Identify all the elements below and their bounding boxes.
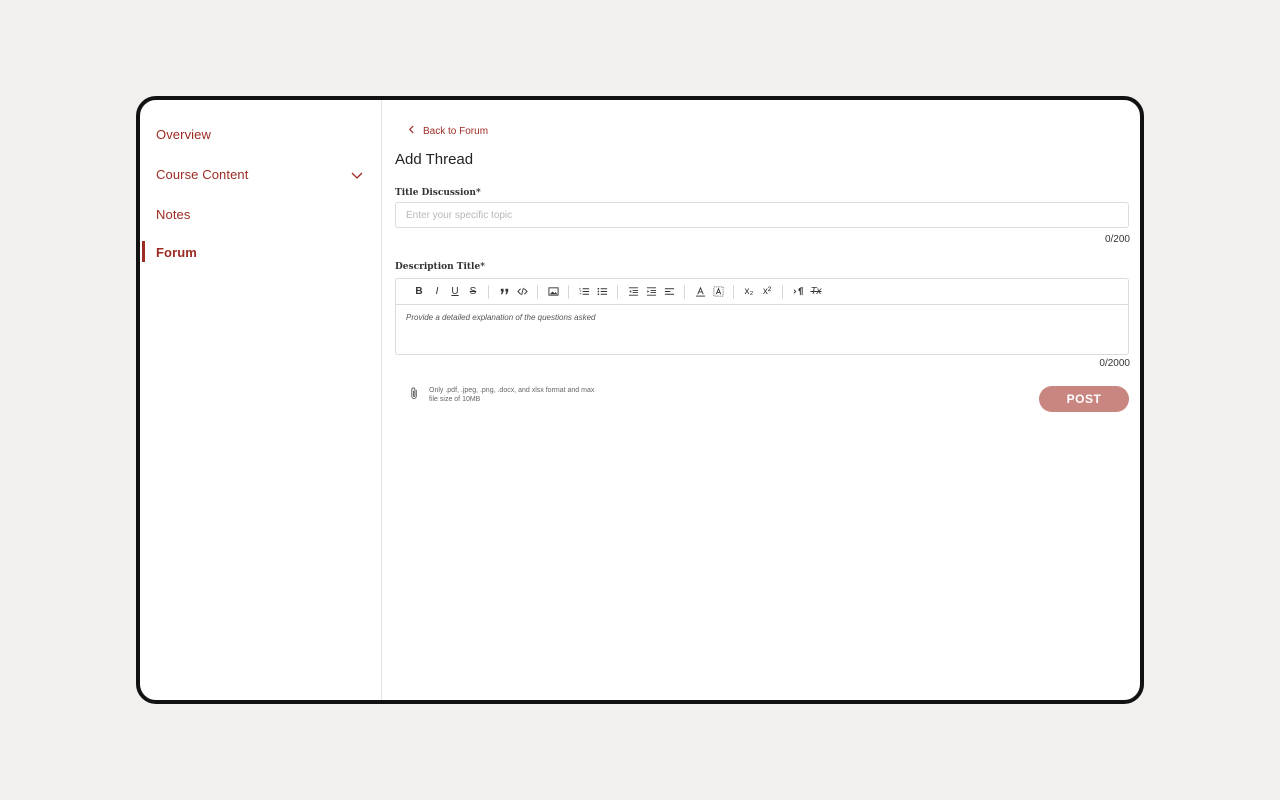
- subscript-button[interactable]: x₂: [740, 283, 758, 301]
- quote-icon[interactable]: [495, 283, 513, 301]
- main-content: Back to Forum Add Thread Title Discussio…: [382, 100, 1140, 700]
- title-discussion-label: Title Discussion*: [395, 188, 481, 198]
- underline-button[interactable]: U: [446, 283, 464, 301]
- toolbar-divider: [488, 284, 489, 299]
- description-char-count: 0/2000: [1099, 358, 1130, 369]
- highlight-color-icon[interactable]: [709, 283, 727, 301]
- description-title-label: Description Title*: [395, 262, 485, 272]
- page-title: Add Thread: [395, 151, 474, 168]
- strikethrough-button[interactable]: S: [464, 283, 482, 301]
- sidebar-item-label: Course Content: [156, 167, 249, 182]
- text-color-icon[interactable]: [691, 283, 709, 301]
- chevron-down-icon[interactable]: [350, 168, 364, 182]
- post-button[interactable]: POST: [1039, 386, 1129, 412]
- toolbar-divider: [617, 284, 618, 299]
- title-discussion-input[interactable]: [395, 202, 1129, 228]
- attach-file-area[interactable]: Only .pdf, .jpeg, .png, .docx, and xlsx …: [410, 386, 599, 406]
- editor-toolbar: B I U S x₂ x² Tx: [396, 279, 1128, 305]
- bold-button[interactable]: B: [410, 283, 428, 301]
- description-editor: B I U S x₂ x² Tx Provide a detailed expl…: [395, 278, 1129, 355]
- sidebar-item-overview[interactable]: Overview: [156, 127, 211, 142]
- ordered-list-icon[interactable]: [575, 283, 593, 301]
- file-format-hint: Only .pdf, .jpeg, .png, .docx, and xlsx …: [429, 387, 595, 403]
- outdent-icon[interactable]: [624, 283, 642, 301]
- italic-button[interactable]: I: [428, 283, 446, 301]
- sidebar-item-forum[interactable]: Forum: [156, 245, 197, 260]
- clear-formatting-button[interactable]: Tx: [807, 283, 825, 301]
- code-icon[interactable]: [513, 283, 531, 301]
- text-direction-icon[interactable]: [789, 283, 807, 301]
- title-char-count: 0/200: [1104, 234, 1130, 245]
- sidebar-item-course-content[interactable]: Course Content: [156, 167, 364, 182]
- align-left-icon[interactable]: [660, 283, 678, 301]
- sidebar: Overview Course Content Notes Forum: [140, 100, 382, 700]
- bullet-list-icon[interactable]: [593, 283, 611, 301]
- chevron-left-icon: [408, 125, 415, 137]
- app-window: Overview Course Content Notes Forum Back…: [136, 96, 1144, 704]
- toolbar-divider: [537, 284, 538, 299]
- active-indicator: [142, 241, 145, 262]
- toolbar-divider: [568, 284, 569, 299]
- description-textarea[interactable]: Provide a detailed explanation of the qu…: [396, 305, 1128, 330]
- indent-icon[interactable]: [642, 283, 660, 301]
- toolbar-divider: [684, 284, 685, 299]
- toolbar-divider: [733, 284, 734, 299]
- image-icon[interactable]: [544, 283, 562, 301]
- back-to-forum-link[interactable]: Back to Forum: [408, 125, 488, 137]
- sidebar-item-notes[interactable]: Notes: [156, 207, 190, 222]
- paperclip-icon[interactable]: [410, 386, 419, 406]
- toolbar-divider: [782, 284, 783, 299]
- back-label: Back to Forum: [423, 125, 489, 137]
- superscript-button[interactable]: x²: [758, 283, 776, 301]
